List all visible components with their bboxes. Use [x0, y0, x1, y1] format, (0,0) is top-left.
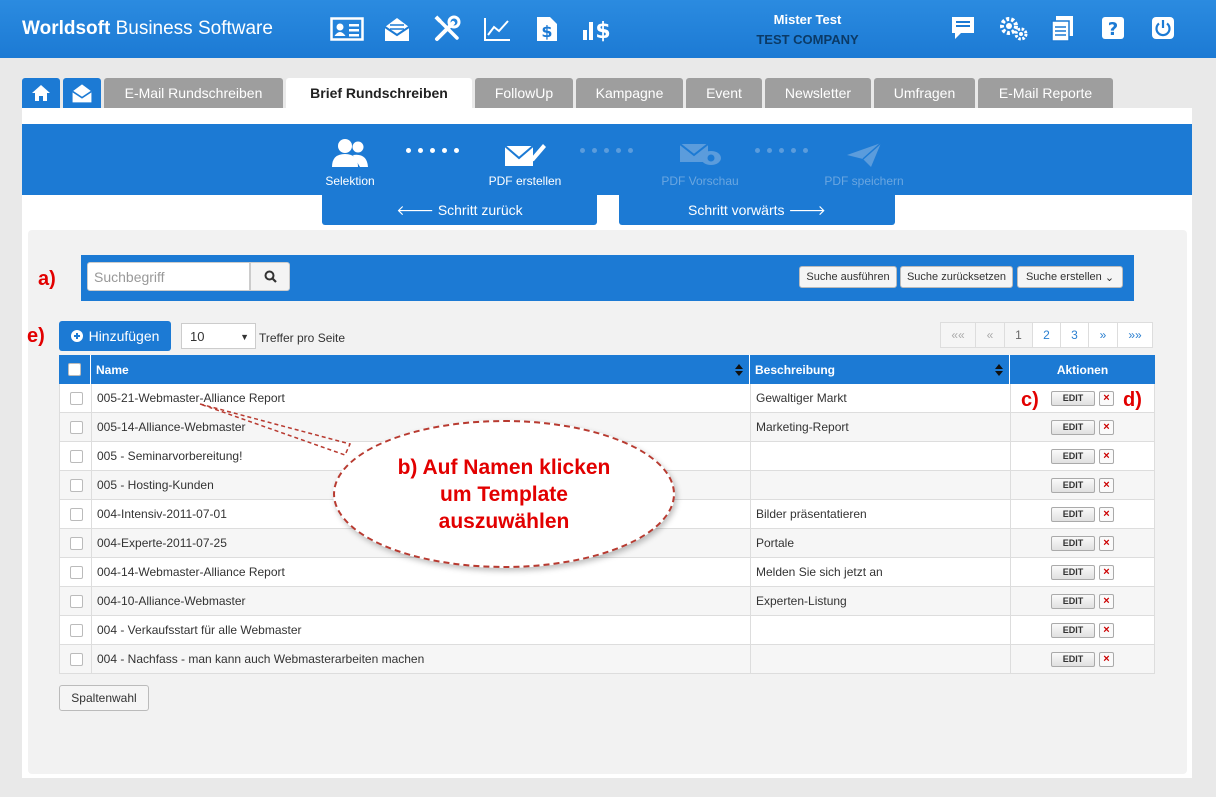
annotation-b-callout: b) Auf Namen klicken um Template auszuwä… [333, 420, 675, 568]
annotation-c: c) [1021, 389, 1039, 411]
annotation-e: e) [27, 325, 45, 347]
annotation-a: a) [38, 268, 56, 290]
annotation-d: d) [1123, 389, 1142, 411]
